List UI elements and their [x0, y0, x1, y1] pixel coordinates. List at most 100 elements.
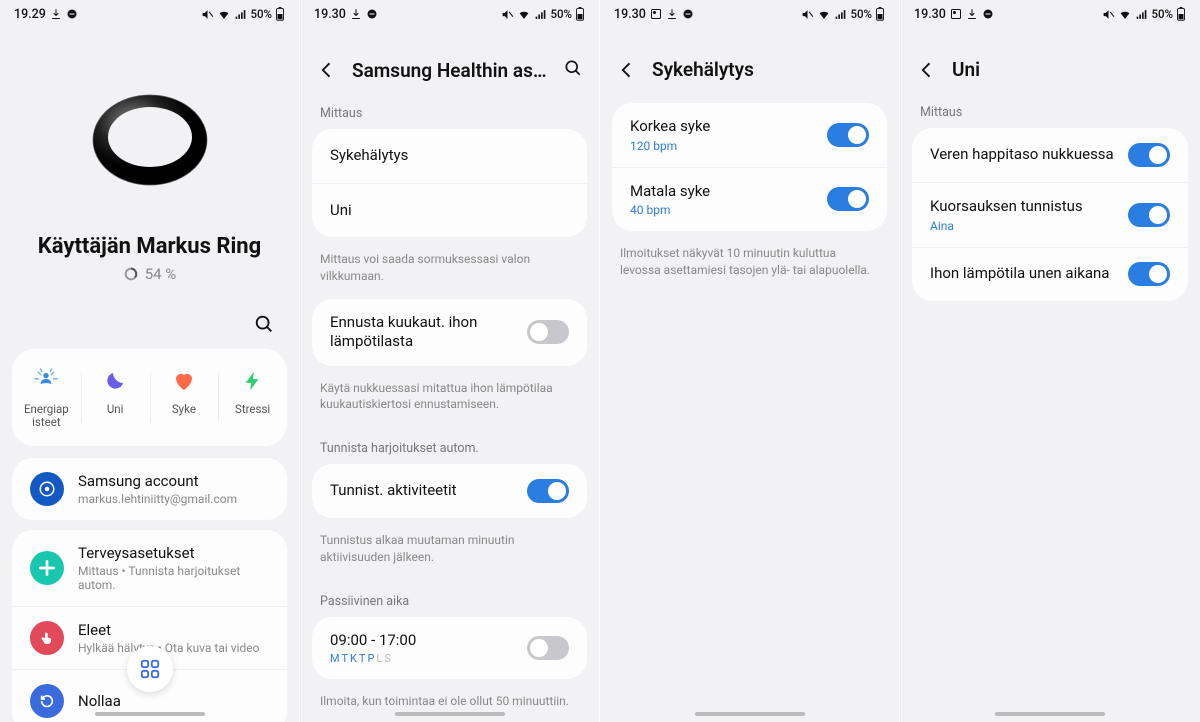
card-settings-list: Terveysasetukset Mittaus • Tunnista harj… [12, 530, 287, 722]
section-workouts: Tunnista harjoitukset autom. [300, 427, 599, 464]
toggle-high-hr[interactable] [827, 123, 869, 147]
health-icon [30, 551, 64, 585]
tile-energy[interactable]: Energiap isteet [12, 367, 81, 428]
inactive-days: MTKTPLS [330, 652, 527, 665]
back-button[interactable] [616, 59, 638, 81]
row-hr-alert[interactable]: Sykehälytys [312, 129, 587, 183]
help-hr: Ilmoitukset näkyvät 10 minuutin kuluttua… [600, 239, 899, 293]
nav-handle[interactable] [695, 712, 805, 716]
row-health-settings[interactable]: Terveysasetukset Mittaus • Tunnista harj… [12, 530, 287, 606]
status-time: 19.30 [914, 7, 946, 22]
page-title: Samsung Healthin ase… [352, 59, 549, 82]
status-bar: 19.29 50% [0, 0, 299, 28]
status-bar: 19.30 50% [900, 0, 1200, 28]
toggle-spo2[interactable] [1128, 143, 1170, 167]
dnd-icon [982, 8, 994, 20]
row-high-hr[interactable]: Korkea syke 120 bpm [612, 103, 887, 167]
status-bar: 19.30 50% [300, 0, 599, 28]
mute-icon [201, 8, 214, 21]
status-time: 19.29 [14, 7, 46, 22]
energy-icon [32, 367, 60, 395]
row-sleep[interactable]: Uni [312, 183, 587, 237]
ring-image [75, 68, 225, 218]
wifi-icon [517, 8, 531, 21]
gallery-icon [650, 8, 662, 20]
wifi-icon [1118, 8, 1132, 21]
nav-handle[interactable] [995, 712, 1105, 716]
wifi-icon [817, 8, 831, 21]
nav-handle[interactable] [395, 712, 505, 716]
device-name: Käyttäjän Markus Ring [0, 234, 299, 259]
signal-icon [234, 8, 247, 21]
ring-battery-icon [123, 266, 139, 282]
dnd-icon [66, 8, 78, 20]
section-measurement: Mittaus [900, 91, 1200, 128]
search-icon[interactable] [563, 58, 583, 82]
row-predict-period[interactable]: Ennusta kuukaut. ihon lämpötilasta [312, 299, 587, 366]
toggle-skin-temp[interactable] [1128, 262, 1170, 286]
page-title: Sykehälytys [652, 58, 883, 81]
card-account[interactable]: Samsung account markus.lehtiniitty@gmail… [12, 458, 287, 520]
row-snore[interactable]: Kuorsauksen tunnistus Aina [912, 182, 1188, 247]
tiles: Energiap isteet Uni Syke Stressi [12, 349, 287, 446]
tile-heart-rate[interactable]: Syke [150, 367, 219, 428]
dnd-icon [682, 8, 694, 20]
apps-button[interactable] [127, 646, 173, 692]
battery-icon [575, 7, 585, 21]
download-icon [966, 8, 978, 20]
signal-icon [834, 8, 847, 21]
account-title: Samsung account [78, 472, 237, 490]
screen-health-settings: 19.30 50% Samsung Healthin ase… Mittaus … [300, 0, 600, 722]
dnd-icon [366, 8, 378, 20]
download-icon [350, 8, 362, 20]
back-button[interactable] [916, 59, 938, 81]
section-inactive: Passiivinen aika [300, 580, 599, 617]
screen-wearable-home: 19.29 50% Käyttäjän Markus Ring [0, 0, 300, 722]
wifi-icon [217, 8, 231, 21]
status-time: 19.30 [314, 7, 346, 22]
moon-icon [101, 367, 129, 395]
page-title: Uni [952, 58, 1184, 81]
gesture-icon [30, 621, 64, 655]
gallery-icon [950, 8, 962, 20]
search-icon[interactable] [253, 313, 275, 339]
download-icon [50, 8, 62, 20]
toggle-predict[interactable] [527, 320, 569, 344]
mute-icon [801, 8, 814, 21]
help-inactive: Ilmoita, kun toimintaa ei ole ollut 50 m… [300, 687, 599, 722]
status-bar: 19.30 50% [600, 0, 899, 28]
help-activities: Tunnistus alkaa muutaman minuutin aktiiv… [300, 526, 599, 580]
battery-icon [275, 7, 285, 21]
row-inactive-time[interactable]: 09:00 - 17:00 MTKTPLS [312, 617, 587, 680]
toggle-low-hr[interactable] [827, 187, 869, 211]
device-battery: 54 % [0, 265, 299, 283]
signal-icon [534, 8, 547, 21]
screen-hr-alert: 19.30 50% Sykehälytys Korkea syke 120 bp… [600, 0, 900, 722]
nav-handle[interactable] [95, 712, 205, 716]
tile-sleep[interactable]: Uni [81, 367, 150, 428]
device-hero: Käyttäjän Markus Ring 54 % [0, 28, 299, 283]
samsung-account-icon [30, 472, 64, 506]
heart-icon [170, 367, 198, 395]
row-detect-activities[interactable]: Tunnist. aktiviteetit [312, 464, 587, 518]
section-measurement: Mittaus [300, 92, 599, 129]
toggle-snore[interactable] [1128, 203, 1170, 227]
row-spo2[interactable]: Veren happitaso nukkuessa [912, 128, 1188, 182]
help-measurement: Mittaus voi saada sormuksessasi valon vi… [300, 245, 599, 299]
bolt-icon [239, 367, 267, 395]
row-skin-temp[interactable]: Ihon lämpötila unen aikana [912, 247, 1188, 301]
toggle-activities[interactable] [527, 479, 569, 503]
mute-icon [501, 8, 514, 21]
battery-pct: 50% [1151, 7, 1173, 21]
toggle-inactive[interactable] [527, 636, 569, 660]
status-time: 19.30 [614, 7, 646, 22]
row-low-hr[interactable]: Matala syke 40 bpm [612, 167, 887, 232]
back-button[interactable] [316, 59, 338, 81]
tile-stress[interactable]: Stressi [218, 367, 287, 428]
download-icon [666, 8, 678, 20]
battery-pct: 50% [850, 7, 872, 21]
reset-icon [30, 684, 64, 718]
screen-sleep-settings: 19.30 50% Uni Mittaus Veren happitaso nu… [900, 0, 1200, 722]
battery-icon [875, 7, 885, 21]
battery-pct: 50% [550, 7, 572, 21]
